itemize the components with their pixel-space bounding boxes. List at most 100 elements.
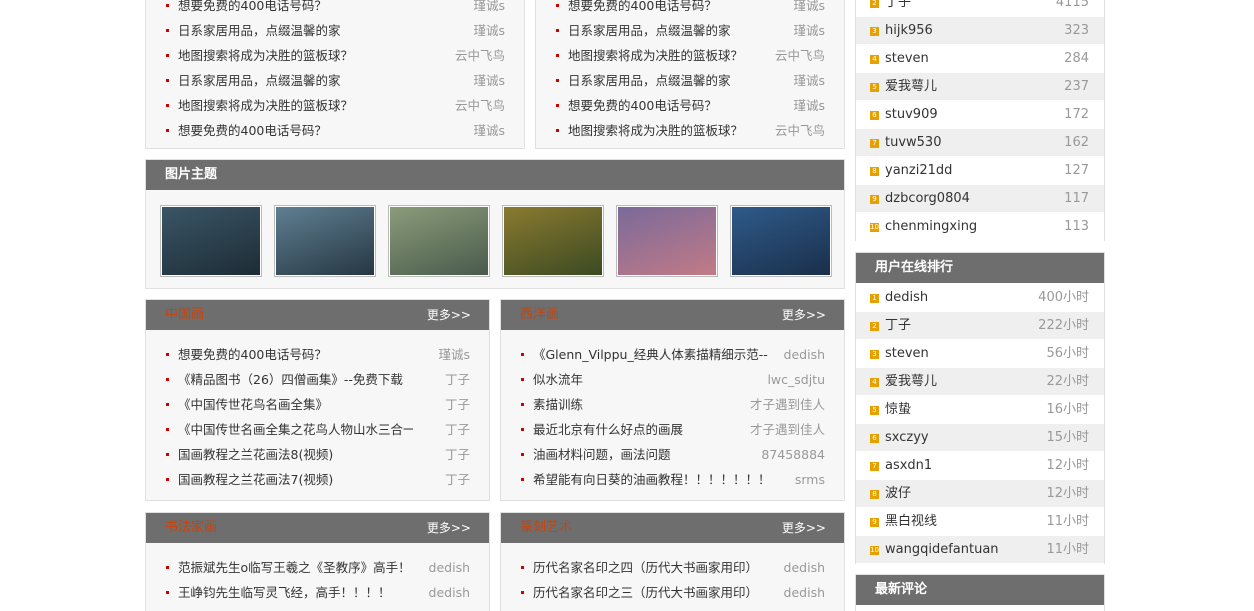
- list-item[interactable]: 地图搜索将成为决胜的篮板球？ 云中飞鸟: [536, 43, 844, 68]
- rank-username[interactable]: 黑白视线: [885, 508, 937, 536]
- list-item-title[interactable]: 最近北京有什么好点的画展: [533, 417, 768, 442]
- rank-row[interactable]: 9 dzbcorg0804 117: [856, 185, 1104, 213]
- list-item[interactable]: 想要免费的400电话号码？ 瑾诚s: [146, 342, 489, 367]
- rank-row[interactable]: 5 惊蛰 16小时: [856, 396, 1104, 424]
- list-item-author[interactable]: 才子遇到佳人: [750, 417, 825, 442]
- list-item-title[interactable]: 素描训练: [533, 392, 768, 417]
- list-item-title[interactable]: 地图搜索将成为决胜的篮板球？: [178, 43, 438, 68]
- list-item-author[interactable]: 瑾诚s: [473, 68, 505, 93]
- rank-username[interactable]: 波仔: [885, 480, 911, 508]
- list-item-author[interactable]: dedish: [429, 580, 470, 605]
- list-item-title[interactable]: 日系家居用品，点缀温馨的家: [568, 68, 768, 93]
- painting-thumbnail[interactable]: [616, 205, 718, 277]
- list-item[interactable]: 想要免费的400电话号码？ 瑾诚s: [536, 0, 844, 18]
- list-item[interactable]: 日系家居用品，点缀温馨的家 瑾诚s: [146, 68, 524, 93]
- shufa-more-link[interactable]: 更多>>: [427, 513, 471, 543]
- rank-row[interactable]: 7 asxdn1 12小时: [856, 452, 1104, 480]
- list-item-title[interactable]: 地图搜索将成为决胜的篮板球？: [178, 93, 438, 118]
- list-item[interactable]: 地图搜索将成为决胜的篮板球？ 云中飞鸟: [536, 118, 844, 143]
- list-item-title[interactable]: 希望能有向日葵的油画教程！！！！！！！: [533, 467, 768, 492]
- painting-thumbnail[interactable]: [160, 205, 262, 277]
- list-item-title[interactable]: 地图搜索将成为决胜的篮板球？: [568, 43, 768, 68]
- list-item[interactable]: 想要免费的400电话号码？ 瑾诚s: [146, 0, 524, 18]
- list-item-title[interactable]: 日系家居用品，点缀温馨的家: [178, 68, 438, 93]
- list-item-title[interactable]: 想要免费的400电话号码？: [178, 0, 438, 18]
- rank-row[interactable]: 7 tuvw530 162: [856, 129, 1104, 157]
- rank-row[interactable]: 2 丁子 222小时: [856, 312, 1104, 340]
- list-item-author[interactable]: 瑾诚s: [793, 0, 825, 18]
- rank-username[interactable]: asxdn1: [885, 452, 932, 480]
- painting-thumbnail[interactable]: [388, 205, 490, 277]
- list-item-author[interactable]: 云中飞鸟: [455, 93, 505, 118]
- list-item[interactable]: 日系家居用品，点缀温馨的家 瑾诚s: [536, 68, 844, 93]
- list-item-author[interactable]: dedish: [784, 342, 825, 367]
- list-item[interactable]: 王峥钧先生临写灵飞经，高手！！！！ dedish: [146, 580, 489, 605]
- list-item-title[interactable]: 历代名家名印之四（历代大书画家用印）: [533, 555, 768, 580]
- list-item[interactable]: 素描训练 才子遇到佳人: [501, 392, 844, 417]
- list-item-title[interactable]: 范振斌先生o临写王羲之《圣教序》高手！: [178, 555, 413, 580]
- list-item-author[interactable]: 才子遇到佳人: [750, 392, 825, 417]
- rank-username[interactable]: dzbcorg0804: [885, 185, 970, 213]
- painting-thumbnail[interactable]: [502, 205, 604, 277]
- rank-username[interactable]: 惊蛰: [885, 396, 911, 424]
- rank-row[interactable]: 9 黑白视线 11小时: [856, 508, 1104, 536]
- list-item-author[interactable]: 云中飞鸟: [775, 118, 825, 143]
- list-item[interactable]: 《Glenn_Vilppu_经典人体素描精细示范-- dedish: [501, 342, 844, 367]
- list-item[interactable]: 地图搜索将成为决胜的篮板球？ 云中飞鸟: [146, 43, 524, 68]
- list-item-author[interactable]: 丁子: [445, 367, 470, 392]
- rank-row[interactable]: 6 stuv909 172: [856, 101, 1104, 129]
- rank-row[interactable]: 6 sxczyy 15小时: [856, 424, 1104, 452]
- rank-username[interactable]: wangqidefantuan: [885, 536, 999, 564]
- rank-row[interactable]: 10 chenmingxing 113: [856, 213, 1104, 241]
- list-item-title[interactable]: 国画教程之兰花画法7(视频): [178, 467, 413, 492]
- list-item-title[interactable]: 国画教程之兰花画法8(视频): [178, 442, 413, 467]
- list-item-author[interactable]: 丁子: [445, 417, 470, 442]
- guohua-title[interactable]: 中国画: [165, 307, 204, 322]
- list-item-author[interactable]: 87458884: [761, 442, 825, 467]
- list-item[interactable]: 范振斌先生o临写王羲之《圣教序》高手！ dedish: [146, 555, 489, 580]
- rank-row[interactable]: 4 爱我萼儿 22小时: [856, 368, 1104, 396]
- list-item[interactable]: 历代名家名印之三（历代大书画家用印） dedish: [501, 580, 844, 605]
- list-item-author[interactable]: 丁子: [445, 467, 470, 492]
- list-item-author[interactable]: 瑾诚s: [473, 0, 505, 18]
- list-item[interactable]: 希望能有向日葵的油画教程！！！！！！！ srms: [501, 467, 844, 492]
- zhuanke-title[interactable]: 篆刻艺术: [520, 520, 572, 535]
- list-item-title[interactable]: 王峥钧先生临写灵飞经，高手！！！！: [178, 580, 413, 605]
- rank-row[interactable]: 4 steven 284: [856, 45, 1104, 73]
- list-item-author[interactable]: 云中飞鸟: [455, 43, 505, 68]
- list-item-author[interactable]: 瑾诚s: [793, 93, 825, 118]
- list-item-title[interactable]: 《Glenn_Vilppu_经典人体素描精细示范--: [533, 342, 768, 367]
- list-item[interactable]: 想要免费的400电话号码？ 瑾诚s: [536, 93, 844, 118]
- list-item[interactable]: 国画教程之兰花画法8(视频) 丁子: [146, 442, 489, 467]
- rank-username[interactable]: tuvw530: [885, 129, 941, 157]
- list-item-title[interactable]: 《中国传世花鸟名画全集》: [178, 392, 413, 417]
- list-item[interactable]: 《精品图书（26）四僧画集》--免费下载 丁子: [146, 367, 489, 392]
- list-item[interactable]: 想要免费的400电话号码？ 瑾诚s: [146, 118, 524, 143]
- list-item-title[interactable]: 似水流年: [533, 367, 768, 392]
- rank-row[interactable]: 5 爱我萼儿 237: [856, 73, 1104, 101]
- list-item-author[interactable]: srms: [795, 467, 825, 492]
- list-item[interactable]: 日系家居用品，点缀温馨的家 瑾诚s: [146, 18, 524, 43]
- list-item-author[interactable]: lwc_sdjtu: [767, 367, 825, 392]
- list-item[interactable]: 《中国传世名画全集之花鸟人物山水三合一 丁子: [146, 417, 489, 442]
- rank-username[interactable]: chenmingxing: [885, 213, 977, 241]
- rank-row[interactable]: 2 丁子 4115: [856, 0, 1104, 17]
- rank-row[interactable]: 8 yanzi21dd 127: [856, 157, 1104, 185]
- zhuanke-more-link[interactable]: 更多>>: [782, 513, 826, 543]
- list-item-title[interactable]: 日系家居用品，点缀温馨的家: [178, 18, 438, 43]
- painting-thumbnail[interactable]: [274, 205, 376, 277]
- list-item[interactable]: 国画教程之兰花画法7(视频) 丁子: [146, 467, 489, 492]
- rank-username[interactable]: dedish: [885, 284, 928, 312]
- list-item-author[interactable]: dedish: [784, 580, 825, 605]
- list-item-author[interactable]: 瑾诚s: [438, 342, 470, 367]
- list-item-title[interactable]: 地图搜索将成为决胜的篮板球？: [568, 118, 768, 143]
- list-item-author[interactable]: 瑾诚s: [793, 68, 825, 93]
- rank-row[interactable]: 8 波仔 12小时: [856, 480, 1104, 508]
- xiyanghua-more-link[interactable]: 更多>>: [782, 300, 826, 330]
- list-item-author[interactable]: 丁子: [445, 442, 470, 467]
- list-item-author[interactable]: 丁子: [445, 392, 470, 417]
- list-item-title[interactable]: 历代名家名印之三（历代大书画家用印）: [533, 580, 768, 605]
- list-item-title[interactable]: 油画材料问题，画法问题: [533, 442, 768, 467]
- list-item-author[interactable]: dedish: [429, 555, 470, 580]
- list-item-title[interactable]: 《中国传世名画全集之花鸟人物山水三合一: [178, 417, 413, 442]
